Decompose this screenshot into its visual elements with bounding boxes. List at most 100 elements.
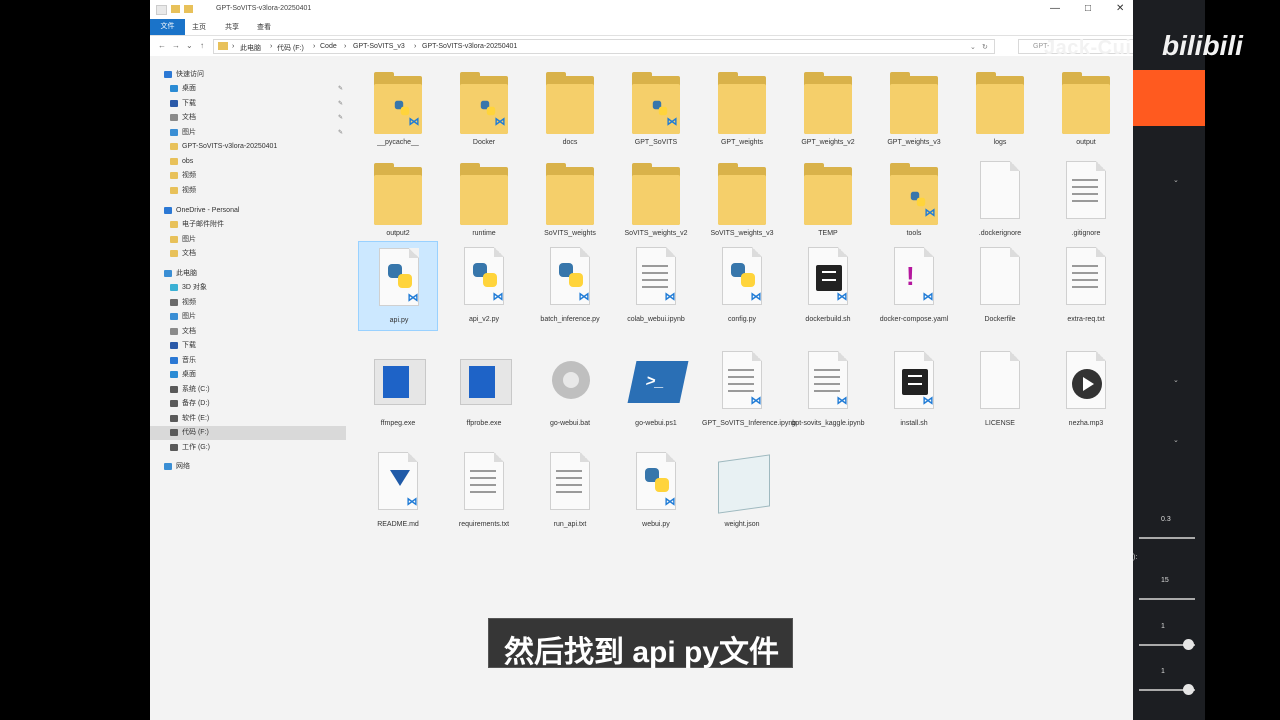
nav-item[interactable]: 视频	[150, 296, 346, 310]
breadcrumb-code[interactable]: Code	[320, 43, 337, 50]
breadcrumb-separator-icon[interactable]: ›	[270, 43, 272, 50]
file-item[interactable]: ⋈ tools	[874, 155, 954, 245]
breadcrumb-gpt-sovits-v3[interactable]: GPT-SoVITS_v3	[353, 43, 405, 50]
file-item[interactable]: run_api.txt	[530, 446, 610, 536]
file-item[interactable]: requirements.txt	[444, 446, 524, 536]
param-value[interactable]: 1	[1161, 623, 1165, 630]
breadcrumb-this-pc[interactable]: 此电脑	[240, 43, 261, 53]
file-item[interactable]: output2	[358, 155, 438, 245]
close-button[interactable]: ✕	[1116, 3, 1124, 14]
file-item[interactable]: ⋈ batch_inference.py	[530, 241, 610, 331]
nav-item[interactable]: 音乐	[150, 354, 346, 368]
nav-item[interactable]: 电子邮件附件	[150, 218, 346, 232]
nav-item[interactable]: 图片	[150, 310, 346, 324]
file-item[interactable]: output	[1046, 64, 1126, 154]
back-arrow-icon[interactable]: ←	[158, 41, 166, 50]
nav-item[interactable]: 桌面	[150, 368, 346, 382]
up-arrow-icon[interactable]: ↑	[200, 41, 204, 50]
nav-item[interactable]: 代码 (F:)	[150, 426, 346, 440]
breadcrumb-separator-icon[interactable]: ›	[414, 43, 416, 50]
tab-share[interactable]: 共享	[225, 22, 239, 32]
properties-icon[interactable]	[156, 5, 167, 15]
nav-item[interactable]: 桌面 ✎	[150, 82, 346, 96]
file-item[interactable]: .dockerignore	[960, 155, 1040, 245]
param-slider[interactable]	[1139, 598, 1195, 600]
file-item[interactable]: ⋈ __pycache__	[358, 64, 438, 154]
nav-item[interactable]: obs	[150, 155, 346, 169]
nav-item[interactable]: GPT-SoVITS-v3lora-20250401	[150, 140, 346, 154]
minimize-button[interactable]: —	[1050, 3, 1060, 14]
file-item[interactable]: runtime	[444, 155, 524, 245]
file-item[interactable]: ! ⋈ docker-compose.yaml	[874, 241, 954, 331]
address-dropdown-icon[interactable]: ⌄	[970, 43, 976, 51]
file-item[interactable]: ffmpeg.exe	[358, 345, 438, 435]
chevron-down-icon[interactable]: ⌄	[1173, 376, 1179, 384]
nav-item[interactable]: 图片 ✎	[150, 126, 346, 140]
file-item[interactable]: ⋈ install.sh	[874, 345, 954, 435]
file-item[interactable]: ⋈ GPT_SoVITS	[616, 64, 696, 154]
file-item[interactable]: extra-req.txt	[1046, 241, 1126, 331]
file-item[interactable]: ⋈ Docker	[444, 64, 524, 154]
maximize-button[interactable]: □	[1085, 3, 1091, 14]
nav-item[interactable]: 视频	[150, 184, 346, 198]
file-item[interactable]: ⋈ webui.py	[616, 446, 696, 536]
nav-item[interactable]: 文档	[150, 325, 346, 339]
breadcrumb-current-folder[interactable]: GPT-SoVITS-v3lora-20250401	[422, 43, 517, 50]
file-item[interactable]: GPT_weights_v3	[874, 64, 954, 154]
recent-chevron-icon[interactable]: ⌄	[186, 41, 193, 50]
forward-arrow-icon[interactable]: →	[172, 41, 180, 50]
file-item[interactable]: GPT_weights_v2	[788, 64, 868, 154]
nav-item[interactable]: 3D 对象	[150, 281, 346, 295]
address-bar[interactable]: › 此电脑 › 代码 (F:) › Code › GPT-SoVITS_v3 ›…	[213, 39, 995, 54]
tab-file[interactable]: 文件	[150, 19, 185, 35]
breadcrumb-separator-icon[interactable]: ›	[313, 43, 315, 50]
file-item[interactable]: weight.json	[702, 446, 782, 536]
breadcrumb-separator-icon[interactable]: ›	[232, 43, 234, 50]
nav-item[interactable]: 工作 (G:)	[150, 441, 346, 455]
param-value[interactable]: 0.3	[1161, 516, 1171, 523]
param-slider[interactable]	[1139, 537, 1195, 539]
breadcrumb-separator-icon[interactable]: ›	[344, 43, 346, 50]
file-item[interactable]: nezha.mp3	[1046, 345, 1126, 435]
file-item[interactable]: >_ go-webui.ps1	[616, 345, 696, 435]
file-item[interactable]: LICENSE	[960, 345, 1040, 435]
chevron-down-icon[interactable]: ⌄	[1173, 176, 1179, 184]
file-item[interactable]: TEMP	[788, 155, 868, 245]
file-item[interactable]: Dockerfile	[960, 241, 1040, 331]
file-item[interactable]: ⋈ README.md	[358, 446, 438, 536]
slider-knob[interactable]	[1183, 639, 1194, 650]
file-item[interactable]: SoVITS_weights_v2	[616, 155, 696, 245]
nav-item[interactable]: 软件 (E:)	[150, 412, 346, 426]
nav-item[interactable]: OneDrive - Personal	[150, 204, 346, 218]
file-item[interactable]: ⋈ colab_webui.ipynb	[616, 241, 696, 331]
file-item[interactable]: ffprobe.exe	[444, 345, 524, 435]
nav-item[interactable]: 快速访问	[150, 68, 346, 82]
param-value[interactable]: 15	[1161, 577, 1169, 584]
nav-item[interactable]: 图片	[150, 233, 346, 247]
tab-view[interactable]: 查看	[257, 22, 271, 32]
nav-item[interactable]: 视频	[150, 169, 346, 183]
tab-home[interactable]: 主页	[192, 22, 206, 32]
refresh-icon[interactable]: ↻	[982, 43, 988, 51]
nav-item[interactable]: 文档 ✎	[150, 111, 346, 125]
file-item[interactable]: ⋈ api.py	[358, 241, 438, 331]
nav-item[interactable]: 下载	[150, 339, 346, 353]
slider-knob[interactable]	[1183, 684, 1194, 695]
file-item[interactable]: docs	[530, 64, 610, 154]
file-item[interactable]: ⋈ config.py	[702, 241, 782, 331]
nav-item[interactable]: 备存 (D:)	[150, 397, 346, 411]
file-item[interactable]: ⋈ dockerbuild.sh	[788, 241, 868, 331]
new-folder-icon[interactable]	[171, 5, 180, 13]
file-item[interactable]: go-webui.bat	[530, 345, 610, 435]
nav-item[interactable]: 文档	[150, 247, 346, 261]
file-item[interactable]: SoVITS_weights	[530, 155, 610, 245]
breadcrumb-drive[interactable]: 代码 (F:)	[277, 43, 304, 53]
nav-item[interactable]: 网络	[150, 460, 346, 474]
file-item[interactable]: .gitignore	[1046, 155, 1126, 245]
file-item[interactable]: SoVITS_weights_v3	[702, 155, 782, 245]
file-item[interactable]: logs	[960, 64, 1040, 154]
nav-item[interactable]: 系统 (C:)	[150, 383, 346, 397]
nav-item[interactable]: 下载 ✎	[150, 97, 346, 111]
file-item[interactable]: GPT_weights	[702, 64, 782, 154]
chevron-down-icon[interactable]: ⌄	[1173, 436, 1179, 444]
